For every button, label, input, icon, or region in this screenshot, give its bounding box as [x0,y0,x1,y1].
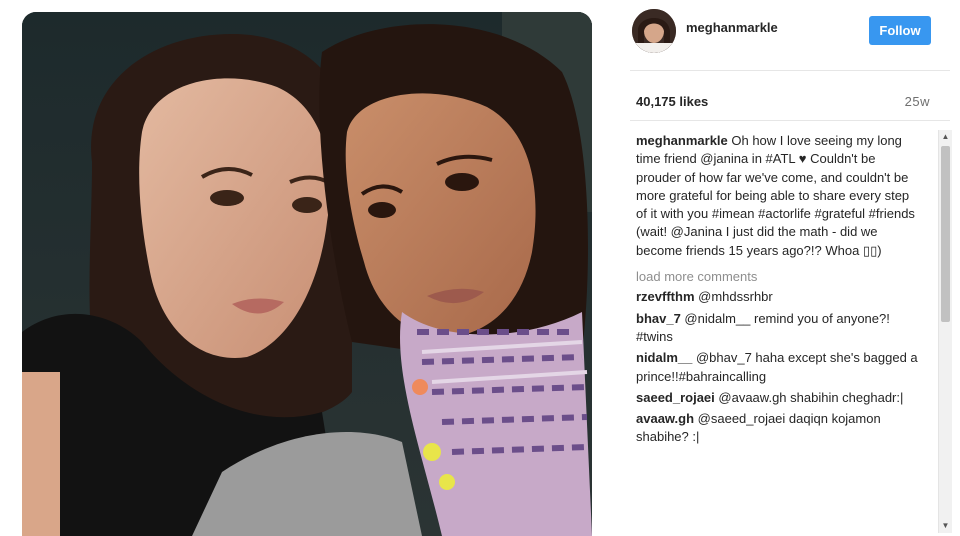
likes-count[interactable]: 40,175 likes [636,94,708,109]
header-divider [630,70,950,71]
comment-item: saeed_rojaei @avaaw.gh shabihin cheghadr… [636,389,919,407]
comment-text: @avaaw.gh shabihin cheghadr:| [714,389,904,405]
likes-divider [630,120,950,121]
scroll-down-arrow-icon[interactable]: ▼ [939,519,952,533]
comment-item: bhav_7 @nidalm__ remind you of anyone?! … [636,310,919,347]
caption-username[interactable]: meghanmarkle [636,133,728,148]
comment-item: avaaw.gh @saeed_rojaei daqiqn kojamon sh… [636,410,919,447]
post-side-panel: meghanmarkle Follow 40,175 likes 25w meg… [600,0,960,536]
caption: meghanmarkle Oh how I love seeing my lon… [636,132,919,260]
caption-text: Oh how I love seeing my long time friend… [636,133,915,258]
load-more-comments-link[interactable]: load more comments [636,268,919,286]
follow-button[interactable]: Follow [869,16,931,45]
post-author-username[interactable]: meghanmarkle [686,20,778,35]
post-photo[interactable] [22,12,592,536]
profile-picture-icon [632,9,676,53]
comment-username[interactable]: rzevffthm [636,289,695,304]
comment-item: rzevffthm @mhdssrhbr [636,288,919,306]
comments-list: meghanmarkle Oh how I love seeing my lon… [636,132,919,536]
comment-username[interactable]: avaaw.gh [636,411,694,426]
post-age[interactable]: 25w [905,94,930,109]
comment-username[interactable]: nidalm__ [636,350,692,365]
comment-username[interactable]: bhav_7 [636,311,681,326]
comment-username[interactable]: saeed_rojaei [636,390,715,405]
avatar[interactable] [632,9,676,53]
comment-item: nidalm__ @bhav_7 haha except she's bagge… [636,349,919,386]
scrollbar-thumb[interactable] [941,146,950,322]
comment-text: @mhdssrhbr [694,289,773,305]
instagram-post: meghanmarkle Follow 40,175 likes 25w meg… [0,0,960,536]
scroll-up-arrow-icon[interactable]: ▲ [939,130,952,144]
selfie-image [22,12,592,536]
comments-scrollbar[interactable]: ▲ ▼ [938,130,952,533]
